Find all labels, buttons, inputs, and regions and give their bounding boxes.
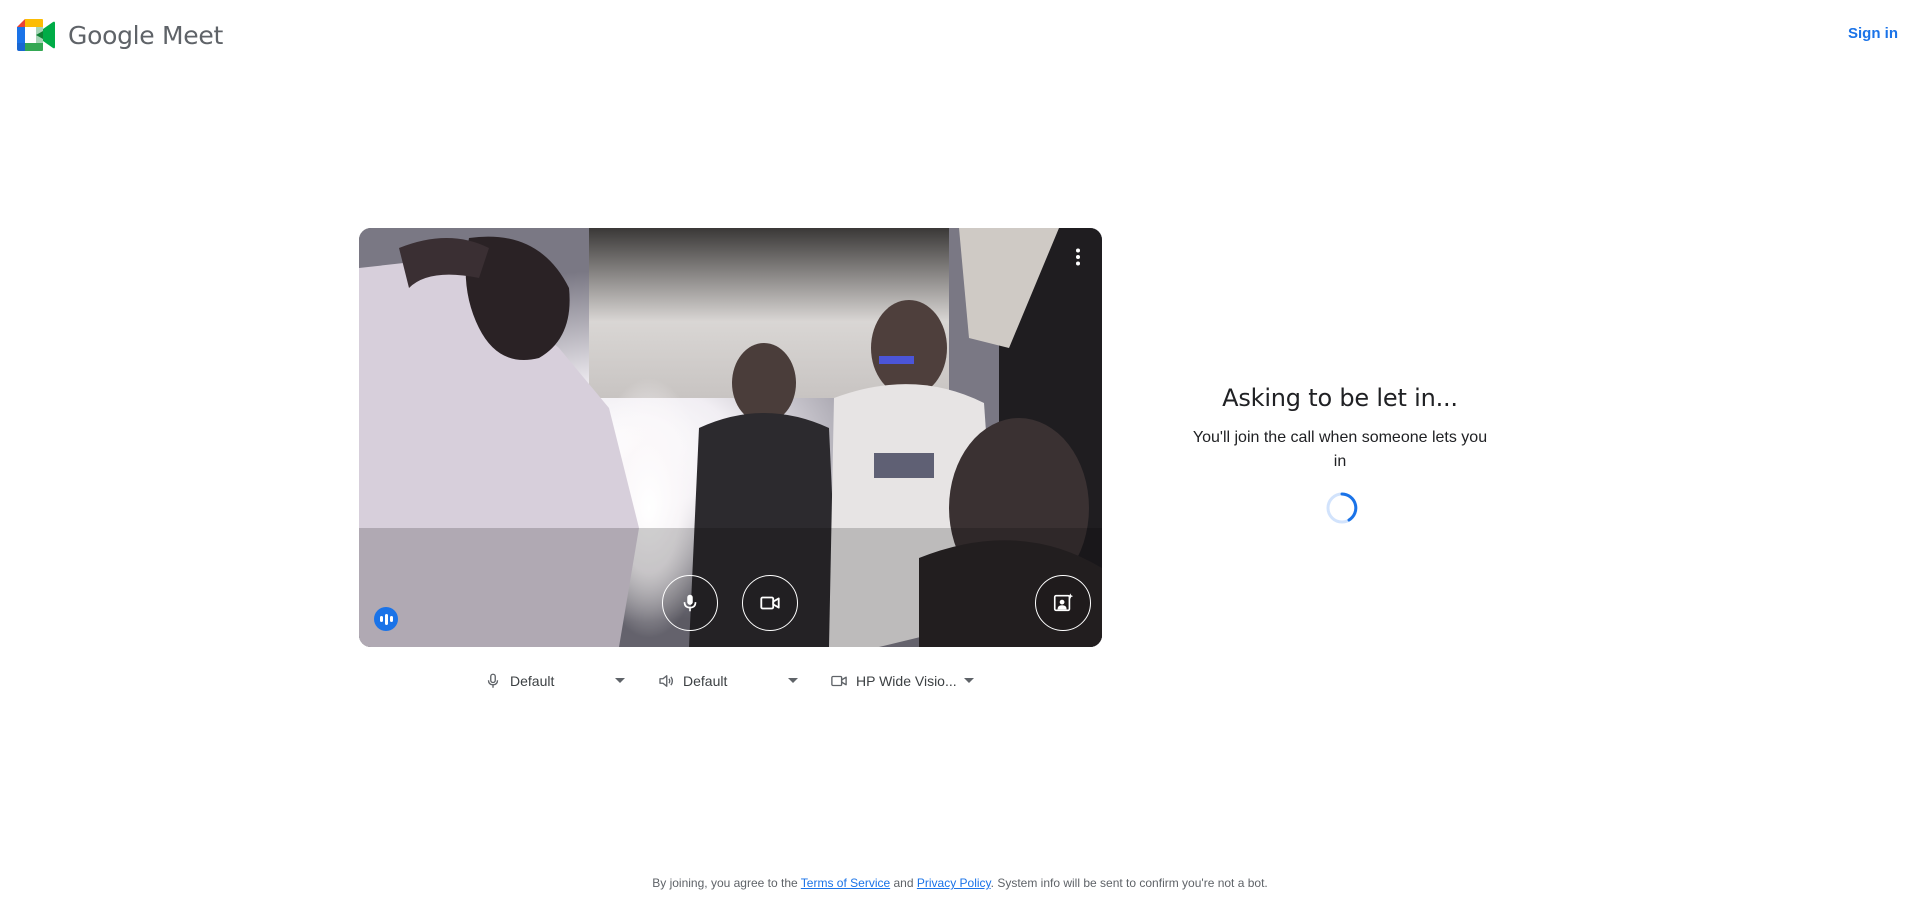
sign-in-link[interactable]: Sign in <box>1848 25 1898 42</box>
mic-outline-icon <box>487 673 499 688</box>
audio-level-indicator <box>374 607 398 631</box>
microphone-toggle-button[interactable] <box>662 575 718 631</box>
chevron-down-icon <box>615 678 625 683</box>
join-status-panel: Asking to be let in... You'll join the c… <box>1180 384 1500 524</box>
chevron-down-icon <box>964 678 974 683</box>
top-bar: Google Meet Sign in <box>0 0 1920 72</box>
device-selectors: Default Default HP Wide Visio... <box>480 669 1000 693</box>
chevron-down-icon <box>788 678 798 683</box>
audio-level-icon <box>379 613 393 625</box>
videocam-icon <box>760 596 780 610</box>
footer-prefix: By joining, you agree to the <box>652 876 801 890</box>
google-meet-logo[interactable]: Google Meet <box>17 19 223 51</box>
camera-feed-image <box>359 228 1102 647</box>
status-title: Asking to be let in... <box>1222 384 1458 412</box>
microphone-select[interactable]: Default <box>484 669 625 693</box>
terms-footer: By joining, you agree to the Terms of Se… <box>0 876 1920 890</box>
speaker-select[interactable]: Default <box>657 669 798 693</box>
mic-icon <box>683 594 697 612</box>
camera-select[interactable]: HP Wide Visio... <box>830 669 980 693</box>
footer-and: and <box>890 876 917 890</box>
videocam-outline-icon <box>831 675 847 687</box>
status-message: You'll join the call when someone lets y… <box>1192 429 1488 470</box>
app-name: Google Meet <box>68 20 223 50</box>
privacy-policy-link[interactable]: Privacy Policy <box>917 876 991 890</box>
loading-spinner-icon <box>1326 492 1358 524</box>
more-vert-icon <box>1076 248 1080 266</box>
footer-suffix: . System info will be sent to confirm yo… <box>990 876 1268 890</box>
self-view-video-preview <box>359 228 1102 647</box>
more-options-button[interactable] <box>1064 238 1092 276</box>
microphone-select-value: Default <box>510 673 555 689</box>
camera-toggle-button[interactable] <box>742 575 798 631</box>
speaker-select-value: Default <box>683 673 728 689</box>
meet-logo-icon <box>17 19 55 51</box>
speaker-icon <box>659 675 674 687</box>
apply-visual-effects-button[interactable] <box>1035 575 1091 631</box>
terms-of-service-link[interactable]: Terms of Service <box>801 876 890 890</box>
visual-effects-icon <box>1053 593 1074 612</box>
camera-select-value: HP Wide Visio... <box>856 673 957 689</box>
